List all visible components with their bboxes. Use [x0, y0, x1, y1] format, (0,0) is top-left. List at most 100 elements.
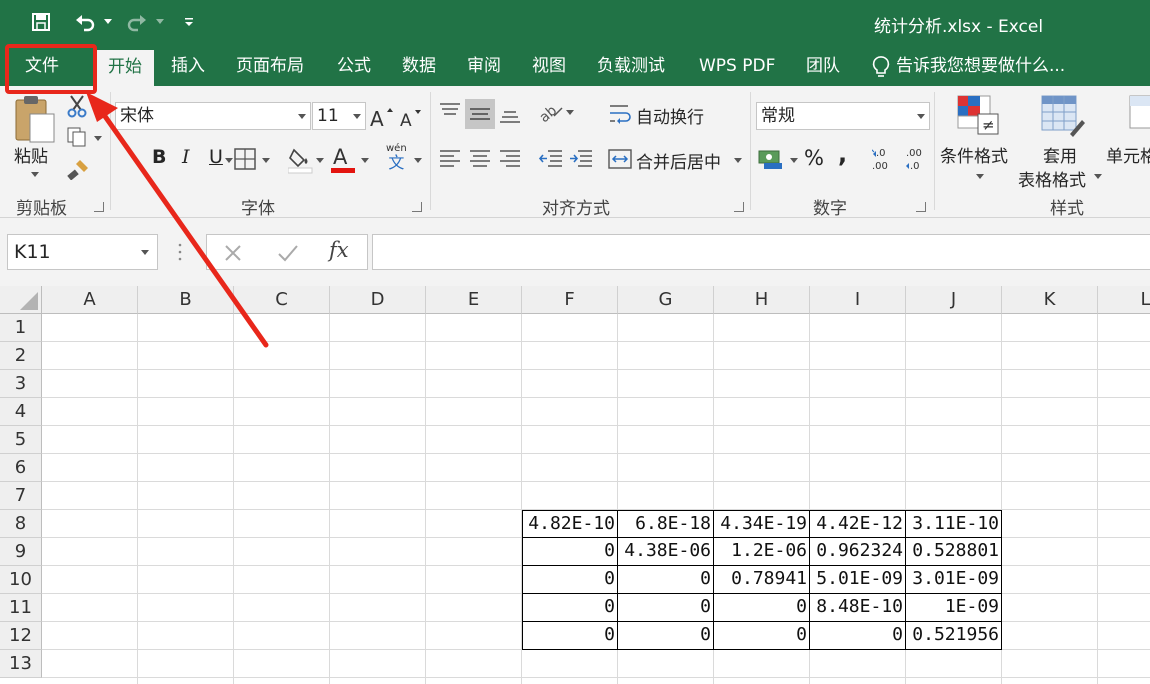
font-color-dropdown-icon[interactable]	[361, 158, 369, 163]
row-header-9[interactable]: 9	[0, 538, 42, 566]
clipboard-launcher-icon[interactable]	[94, 202, 104, 212]
conditional-formatting-dropdown-icon[interactable]	[976, 174, 984, 179]
row-header-13[interactable]: 13	[0, 650, 42, 678]
column-header-c[interactable]: C	[234, 286, 330, 314]
increase-font-icon[interactable]: A	[370, 106, 394, 132]
cut-icon[interactable]	[66, 94, 88, 122]
formula-input[interactable]	[372, 234, 1150, 270]
percent-button[interactable]: %	[804, 146, 824, 170]
row-header-12[interactable]: 12	[0, 622, 42, 650]
row-header-1[interactable]: 1	[0, 314, 42, 342]
increase-decimal-icon[interactable]: .0.00	[870, 146, 898, 176]
cell-f8[interactable]: 4.82E-10	[522, 510, 618, 538]
format-as-table-icon[interactable]	[1040, 94, 1086, 144]
tab-review[interactable]: 审阅	[467, 46, 501, 86]
align-middle-icon[interactable]	[465, 99, 495, 129]
cell-i11[interactable]: 8.48E-10	[809, 593, 906, 622]
decrease-font-icon[interactable]: A	[400, 108, 424, 132]
row-header-7[interactable]: 7	[0, 482, 42, 510]
cell-h11[interactable]: 0	[713, 593, 810, 622]
wrap-text-button[interactable]: 自动换行	[636, 103, 704, 128]
underline-dropdown-icon[interactable]	[225, 158, 233, 163]
cell-i8[interactable]: 4.42E-12	[809, 510, 906, 538]
row-header-5[interactable]: 5	[0, 426, 42, 454]
phonetic-icon[interactable]: wén 文	[386, 144, 407, 172]
row-header-4[interactable]: 4	[0, 398, 42, 426]
borders-icon[interactable]	[234, 148, 256, 174]
copy-dropdown-icon[interactable]	[94, 136, 102, 141]
format-as-table-line2[interactable]: 表格格式	[1018, 166, 1086, 191]
borders-dropdown-icon[interactable]	[262, 158, 270, 163]
tab-formulas[interactable]: 公式	[337, 46, 371, 86]
align-top-icon[interactable]	[438, 100, 462, 126]
column-header-l[interactable]: L	[1098, 286, 1150, 314]
number-launcher-icon[interactable]	[916, 202, 926, 212]
cell-j11[interactable]: 1E-09	[905, 593, 1002, 622]
column-header-e[interactable]: E	[426, 286, 522, 314]
undo-icon[interactable]	[72, 10, 98, 34]
copy-icon[interactable]	[66, 126, 88, 152]
merge-center-button[interactable]: 合并后居中	[636, 148, 721, 173]
alignment-launcher-icon[interactable]	[734, 202, 744, 212]
name-box-dropdown-icon[interactable]	[141, 250, 149, 255]
cell-styles-button[interactable]: 单元格	[1106, 142, 1150, 167]
tab-data[interactable]: 数据	[402, 46, 436, 86]
format-as-table-dropdown-icon[interactable]	[1094, 174, 1102, 179]
decrease-decimal-icon[interactable]: .00.0	[904, 146, 930, 176]
conditional-formatting-icon[interactable]: ≠	[956, 94, 1002, 144]
column-header-k[interactable]: K	[1002, 286, 1098, 314]
font-launcher-icon[interactable]	[412, 202, 422, 212]
column-header-a[interactable]: A	[42, 286, 138, 314]
cell-g12[interactable]: 0	[617, 621, 714, 650]
phonetic-dropdown-icon[interactable]	[414, 158, 422, 163]
redo-dropdown-icon[interactable]	[154, 10, 166, 34]
column-header-j[interactable]: J	[906, 286, 1002, 314]
merge-center-icon[interactable]	[608, 148, 632, 174]
cell-f12[interactable]: 0	[522, 621, 618, 650]
cell-h9[interactable]: 1.2E-06	[713, 537, 810, 566]
cell-j9[interactable]: 0.528801	[905, 537, 1002, 566]
align-bottom-icon[interactable]	[498, 100, 522, 130]
merge-dropdown-icon[interactable]	[734, 158, 742, 163]
align-left-icon[interactable]	[438, 148, 462, 174]
tab-home[interactable]: 开始	[96, 50, 154, 86]
row-header-10[interactable]: 10	[0, 566, 42, 594]
row-header-8[interactable]: 8	[0, 510, 42, 538]
cell-h12[interactable]: 0	[713, 621, 810, 650]
number-format-combo[interactable]: 常规	[756, 102, 930, 130]
decrease-indent-icon[interactable]	[538, 148, 564, 174]
tab-view[interactable]: 视图	[532, 46, 566, 86]
paste-dropdown-icon[interactable]	[31, 172, 39, 177]
row-header-3[interactable]: 3	[0, 370, 42, 398]
enter-icon[interactable]	[277, 243, 299, 267]
tell-me-search[interactable]: 告诉我您想要做什么...	[896, 46, 1065, 86]
fill-color-dropdown-icon[interactable]	[316, 158, 324, 163]
cell-f9[interactable]: 0	[522, 537, 618, 566]
wrap-text-icon[interactable]	[608, 102, 632, 130]
formula-bar-grip-icon[interactable]	[178, 242, 182, 262]
font-color-icon[interactable]: A	[330, 144, 358, 178]
align-right-icon[interactable]	[498, 148, 522, 174]
column-header-f[interactable]: F	[522, 286, 618, 314]
paste-icon[interactable]	[14, 94, 58, 148]
fill-color-icon[interactable]	[287, 146, 314, 178]
comma-button[interactable]: ,	[838, 140, 847, 168]
cell-h10[interactable]: 0.78941	[713, 565, 810, 594]
cell-g9[interactable]: 4.38E-06	[617, 537, 714, 566]
underline-button[interactable]: U	[209, 146, 223, 168]
format-as-table-line1[interactable]: 套用	[1043, 142, 1077, 167]
name-box[interactable]: K11	[7, 234, 158, 270]
cell-j8[interactable]: 3.11E-10	[905, 510, 1002, 538]
increase-indent-icon[interactable]	[568, 148, 594, 174]
worksheet-grid[interactable]: ABCDEFGHIJKL 1 2 3 4 5 6 7 8 9 10 11 12 13 4.82E-10 6…	[0, 286, 1150, 684]
redo-icon[interactable]	[124, 10, 150, 34]
bold-button[interactable]: B	[152, 146, 166, 168]
orientation-icon[interactable]: ab	[536, 100, 564, 126]
column-header-i[interactable]: I	[810, 286, 906, 314]
paste-label[interactable]: 粘贴	[14, 142, 48, 167]
tab-page-layout[interactable]: 页面布局	[236, 46, 304, 86]
cell-styles-icon[interactable]	[1128, 94, 1150, 144]
font-size-combo[interactable]: 11	[312, 102, 366, 130]
cell-i12[interactable]: 0	[809, 621, 906, 650]
italic-button[interactable]: I	[182, 146, 190, 168]
